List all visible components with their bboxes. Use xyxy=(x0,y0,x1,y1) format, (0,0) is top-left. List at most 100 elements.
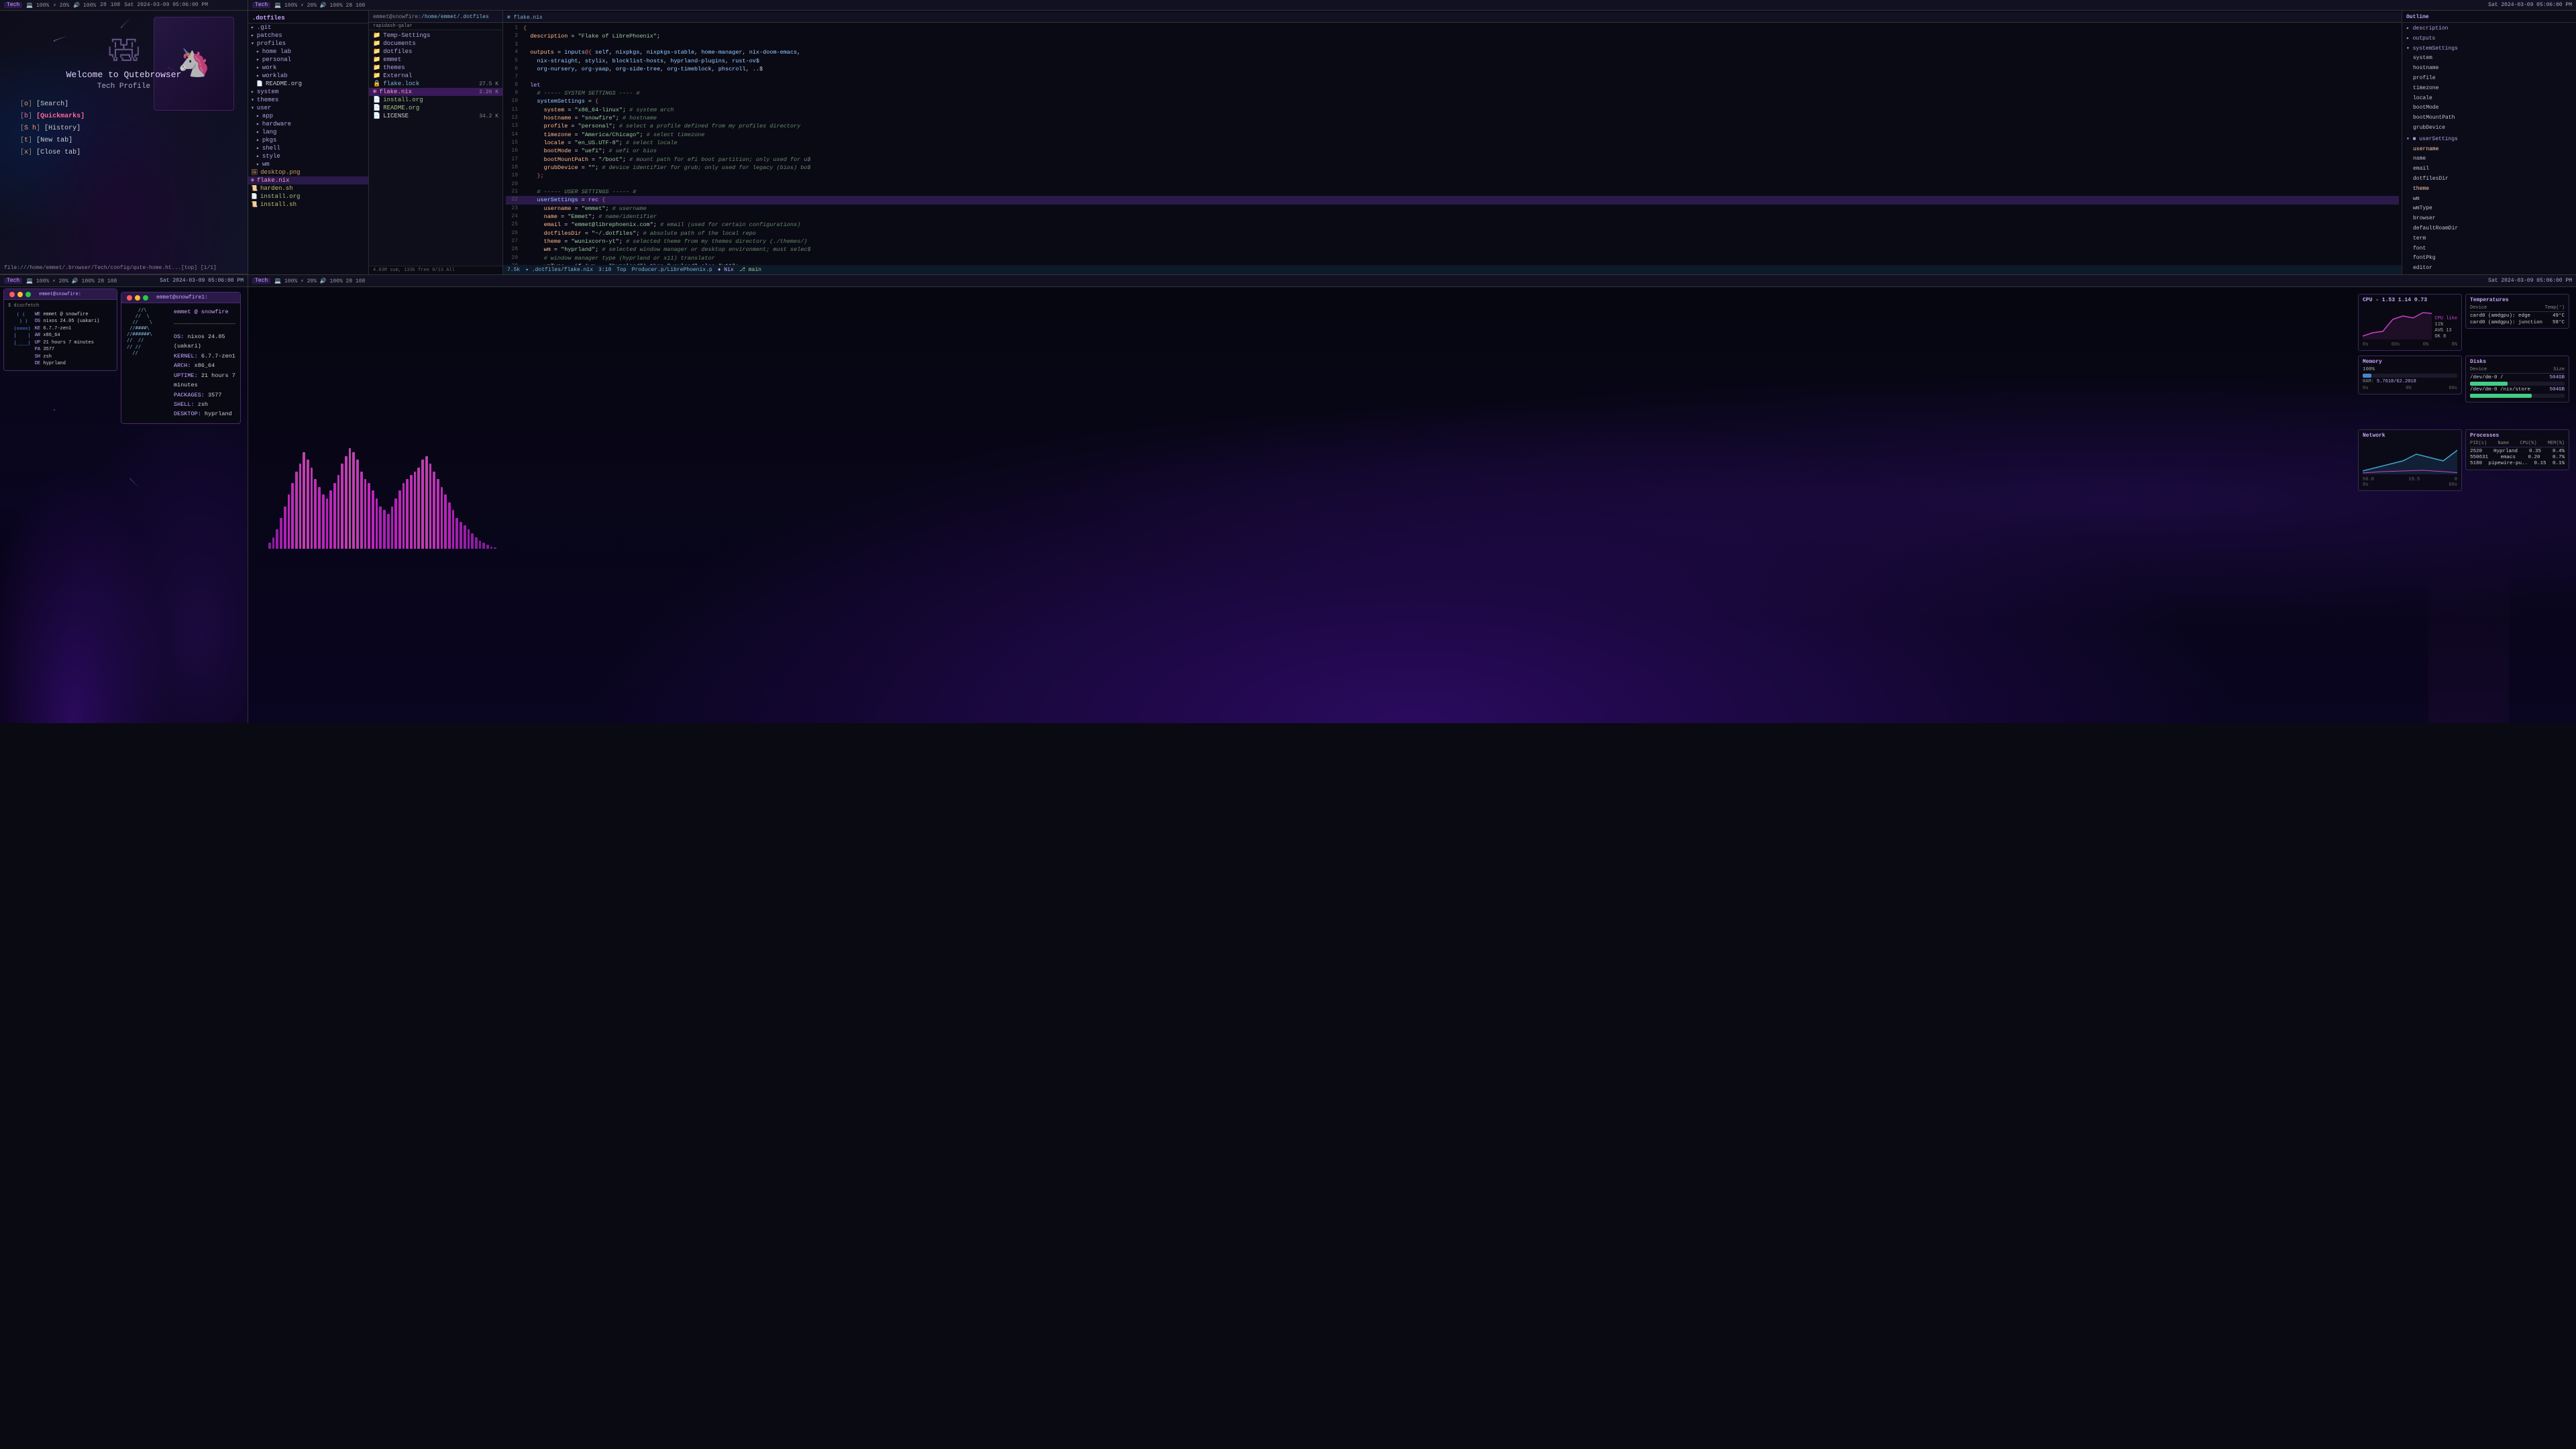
cpu-time-0s: 0s xyxy=(2363,342,2368,347)
outline-item-profile[interactable]: profile xyxy=(2402,74,2576,84)
fl-item-external[interactable]: 📁External xyxy=(369,72,502,80)
outline-item-locale[interactable]: locale xyxy=(2402,94,2576,104)
fl-item-license[interactable]: 📄LICENSE34.2 K xyxy=(369,112,502,120)
tree-item-pkgs[interactable]: ▸pkgs xyxy=(248,136,368,144)
tree-item-flake-nix[interactable]: ❄flake.nix xyxy=(248,176,368,184)
fl-item-temp[interactable]: 📁Temp-Settings xyxy=(369,32,502,40)
outline-item-font[interactable]: font xyxy=(2402,244,2576,254)
tree-item-home-lab[interactable]: ▸home lab xyxy=(248,48,368,56)
tree-item-user[interactable]: ▾user xyxy=(248,104,368,112)
outline-item-systemsettings[interactable]: ▾ systemSettings xyxy=(2402,44,2576,54)
outline-item-system[interactable]: system xyxy=(2402,54,2576,64)
proc-emacs: 550631 emacs 0.20 0.7% xyxy=(2470,455,2565,460)
vis-bar-57 xyxy=(486,545,489,549)
vis-bar-27 xyxy=(372,490,374,549)
code-filepath: ✦ .dotfiles/flake.nix xyxy=(525,266,593,273)
vis-bar-18 xyxy=(337,475,340,549)
outline-item-outputs[interactable]: ▸ outputs xyxy=(2402,34,2576,44)
mem-ram-val: 5.7618/62.2018 xyxy=(2377,379,2416,384)
outline-item-hostname[interactable]: hostname xyxy=(2402,64,2576,74)
workspace-tag[interactable]: Tech xyxy=(4,2,22,8)
ascii-art: ╔══╗ ╔══╗ ║ ╚╦╝ ║ ║ ╔══╩══╗ ║ ╚╗║ ╔══╗║╔… xyxy=(13,38,234,63)
sb-cpu: 💻 100% xyxy=(26,2,49,9)
tree-item-readme[interactable]: 📄README.org xyxy=(248,80,368,88)
tree-item-worklab[interactable]: ▸worklab xyxy=(248,72,368,80)
code-line-8: 8 let xyxy=(506,81,2399,89)
status-time: Sat 2024-03-09 05:06:00 PM xyxy=(124,2,208,8)
disk-size-2: 504GB xyxy=(2549,387,2565,392)
outline-item-usersettings[interactable]: ▾ ■ userSettings xyxy=(2402,135,2576,145)
tree-item-system[interactable]: ▸system xyxy=(248,88,368,96)
tree-item-desktop-png[interactable]: 🖼desktop.png xyxy=(248,168,368,176)
fl-item-documents[interactable]: 📁documents xyxy=(369,40,502,48)
tree-item-shell[interactable]: ▸shell xyxy=(248,144,368,152)
cpu-time-0pct: 0% xyxy=(2423,342,2428,347)
outline-item-theme[interactable]: theme xyxy=(2402,184,2576,195)
code-line-21: 21 # ----- USER SETTINGS ----- # xyxy=(506,188,2399,196)
disk-col-dev: Device xyxy=(2470,367,2487,372)
bl-workspace-tag[interactable]: Tech xyxy=(4,278,22,284)
tree-item-patches[interactable]: ▸patches xyxy=(248,32,368,40)
tree-item-app[interactable]: ▸app xyxy=(248,112,368,120)
code-line-7: 7 xyxy=(506,73,2399,81)
tree-item-git[interactable]: ▸.git xyxy=(248,23,368,32)
menu-item-history[interactable]: [S h] [History] xyxy=(20,123,234,135)
outline-item-name[interactable]: name xyxy=(2402,154,2576,164)
tree-item-profiles[interactable]: ▾profiles xyxy=(248,40,368,48)
menu-item-close-tab[interactable]: [x] [Close tab] xyxy=(20,147,234,159)
outline-item-wmtype[interactable]: wmType xyxy=(2402,204,2576,214)
outline-item-grubdevice[interactable]: grubDevice xyxy=(2402,123,2576,133)
vis-bar-26 xyxy=(368,483,370,549)
menu-item-new-tab[interactable]: [t] [New tab] xyxy=(20,135,234,147)
outline-item-term[interactable]: term xyxy=(2402,234,2576,244)
fl-item-install-org[interactable]: 📄install.org xyxy=(369,96,502,104)
outline-item-dotfilesdir[interactable]: dotfilesDir xyxy=(2402,174,2576,184)
temp-col-temp: Temp(°) xyxy=(2545,305,2565,311)
mem-label-100pct: 100% xyxy=(2363,367,2375,372)
neofetch-titlebar: emmet@snowfire1: xyxy=(121,292,240,303)
menu-item-quickmarks[interactable]: [b] [Quickmarks] xyxy=(20,111,234,123)
vis-bar-35 xyxy=(402,483,405,549)
outline-item-bootmode[interactable]: bootMode xyxy=(2402,103,2576,113)
outline-item-wm[interactable]: wm xyxy=(2402,195,2576,205)
outline-item-browser[interactable]: browser xyxy=(2402,214,2576,224)
fl-item-emmet[interactable]: 📁emmet xyxy=(369,56,502,64)
tree-item-harden-sh[interactable]: 📜harden.sh xyxy=(248,184,368,193)
neofetch-separator: ────────────────── xyxy=(174,319,235,329)
outline-item-username[interactable]: username xyxy=(2402,145,2576,155)
outline-item-timezone[interactable]: timezone xyxy=(2402,84,2576,94)
proc-col-pid: PID(s) xyxy=(2470,441,2487,446)
tree-item-wm[interactable]: ▸wm xyxy=(248,160,368,168)
fl-item-dotfiles[interactable]: 📁dotfiles xyxy=(369,48,502,56)
neofetch-logo: //\ // \ // \ //####\ //######\ // // //… xyxy=(127,307,167,419)
outline-item-defaultroamdir[interactable]: defaultRoamDir xyxy=(2402,224,2576,234)
fl-item-flake-nix[interactable]: ❄flake.nix2.26 K xyxy=(369,88,502,96)
fl-item-readme-org[interactable]: 📄README.org xyxy=(369,104,502,112)
tree-item-personal[interactable]: ▸personal xyxy=(248,56,368,64)
tr-workspace-tag[interactable]: Tech xyxy=(252,2,270,8)
outline-item-bootmountpath[interactable]: bootMountPath xyxy=(2402,113,2576,123)
vis-bar-1 xyxy=(272,537,275,549)
discfetch-body: ( ( ) ) (====) | | |____| WE emmet @ sno… xyxy=(8,311,113,368)
tree-item-install-org[interactable]: 📄install.org xyxy=(248,193,368,201)
tree-item-themes[interactable]: ▾themes xyxy=(248,96,368,104)
tree-item-work[interactable]: ▸work xyxy=(248,64,368,72)
code-line-19: 19 }; xyxy=(506,172,2399,180)
processes-header: PID(s) Name CPU(%) MEM(%) xyxy=(2470,441,2565,447)
neofetch-os: OS: nixos 24.05 (uakari) xyxy=(174,332,235,352)
vis-bar-33 xyxy=(394,498,397,549)
tree-item-lang[interactable]: ▸lang xyxy=(248,128,368,136)
outline-item-editor[interactable]: editor xyxy=(2402,264,2576,274)
tree-item-style[interactable]: ▸style xyxy=(248,152,368,160)
vis-bar-40 xyxy=(421,460,424,549)
file-list-footer: 4.03M sum, 133k free 0/13 All xyxy=(369,266,502,274)
fl-item-flake-lock[interactable]: 🔒flake.lock27.5 K xyxy=(369,80,502,88)
tree-item-install-sh[interactable]: 📜install.sh xyxy=(248,201,368,209)
tree-item-hardware[interactable]: ▸hardware xyxy=(248,120,368,128)
outline-item-email[interactable]: email xyxy=(2402,164,2576,174)
fl-item-themes[interactable]: 📁themes xyxy=(369,64,502,72)
outline-item-fontpkg[interactable]: fontPkg xyxy=(2402,254,2576,264)
menu-item-search[interactable]: [o] [Search] xyxy=(20,99,234,111)
br-workspace-tag[interactable]: Tech xyxy=(252,278,270,284)
outline-item-description[interactable]: ▸ description xyxy=(2402,24,2576,34)
